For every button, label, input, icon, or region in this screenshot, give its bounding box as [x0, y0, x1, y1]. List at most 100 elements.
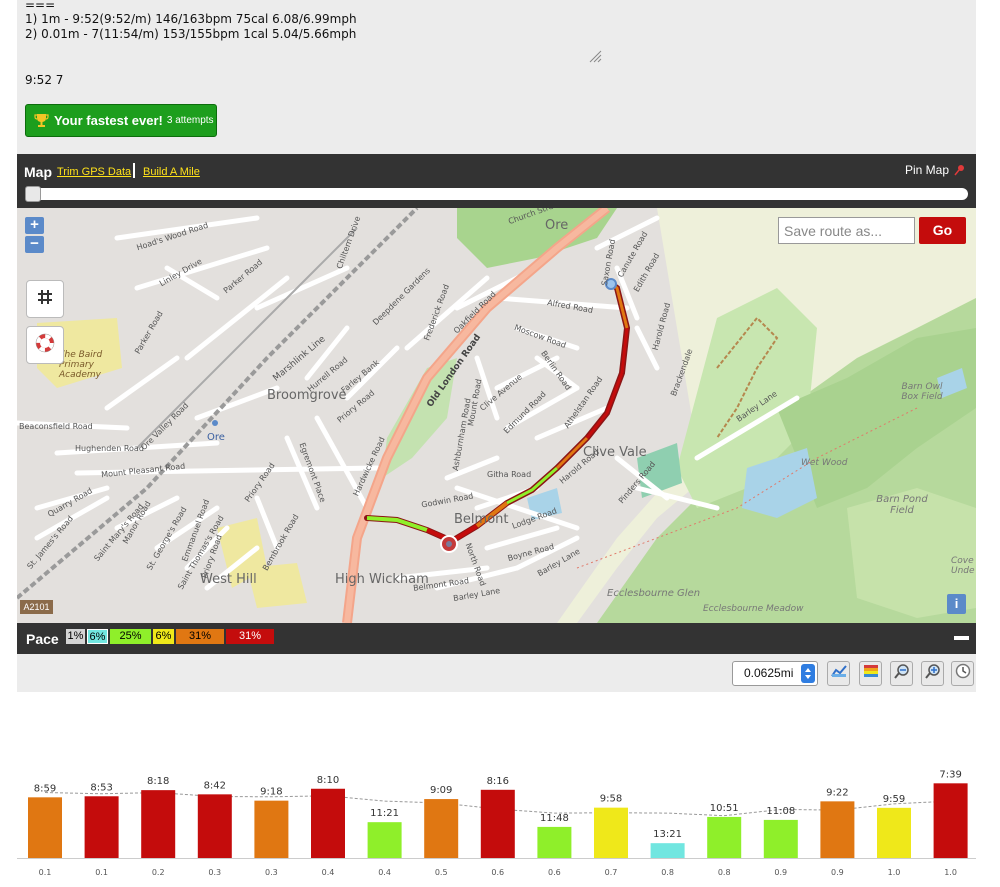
x-tick-label: 0.9	[774, 868, 787, 877]
chart-bar[interactable]	[763, 819, 798, 858]
result-line: 9:52 7	[25, 73, 64, 87]
x-tick-label: 0.3	[265, 868, 278, 877]
x-tick-label: 0.6	[548, 868, 561, 877]
road-shield: A2101	[20, 600, 53, 614]
chart-bar[interactable]	[707, 816, 742, 858]
map-tiles	[17, 208, 976, 623]
bar-value-label: 9:22	[826, 787, 848, 798]
save-route-input[interactable]	[778, 217, 915, 244]
resize-grip-icon[interactable]	[588, 49, 602, 63]
zoom-out-icon	[893, 663, 910, 684]
pin-icon	[954, 164, 966, 176]
chart-bar[interactable]	[28, 797, 62, 858]
chart-bar[interactable]	[141, 790, 176, 858]
x-tick-label: 0.4	[378, 868, 391, 877]
route-map[interactable]: Ore Broomgrove Ore Clive Vale Belmont Hi…	[17, 208, 976, 623]
chart-bar[interactable]	[84, 796, 119, 858]
bar-value-label: 8:10	[317, 775, 339, 786]
bar-value-label: 8:59	[34, 783, 56, 794]
pace-header: Pace 1% 6% 25% 6% 31% 31%	[17, 623, 976, 654]
chart-zoom-in-button[interactable]	[921, 661, 944, 686]
lifebuoy-icon	[35, 333, 55, 358]
bar-value-label: 9:59	[883, 794, 905, 805]
chart-bar[interactable]	[424, 799, 459, 858]
x-tick-label: 0.1	[39, 868, 52, 877]
map-label-ecclesbourne-glen: Ecclesbourne Glen	[607, 588, 701, 599]
split-line-2: 2) 0.01m - 7(11:54/m) 153/155bpm 1cal 5.…	[25, 27, 357, 41]
x-tick-label: 0.5	[435, 868, 448, 877]
chart-bar[interactable]	[650, 843, 685, 858]
bar-value-label: 8:53	[90, 782, 112, 793]
x-tick-label: 0.6	[491, 868, 504, 877]
separator-text: ===	[25, 0, 56, 12]
chart-bar[interactable]	[537, 826, 572, 858]
map-info-button[interactable]: i	[947, 594, 966, 614]
pace-zone-2: 6%	[87, 629, 108, 644]
fastest-ever-badge: Your fastest ever! 3 attempts	[25, 104, 217, 137]
chart-bar[interactable]	[480, 789, 515, 858]
clock-icon	[955, 663, 971, 684]
pin-map-button[interactable]: Pin Map	[905, 163, 966, 177]
split-distance-select[interactable]: 0.0625mi	[732, 661, 818, 686]
select-arrows-icon	[801, 664, 815, 683]
map-label-baird-academy: The Baird Primary Academy	[59, 350, 103, 380]
pace-zone-4: 6%	[153, 629, 174, 644]
collapse-pace-button[interactable]	[954, 636, 969, 640]
bar-value-label: 9:09	[430, 785, 452, 796]
trim-slider-handle[interactable]	[25, 186, 41, 202]
x-tick-label: 0.2	[152, 868, 165, 877]
chart-bar[interactable]	[877, 807, 911, 858]
summary-panel: === 1) 1m - 9:52(9:52/m) 146/163bpm 75ca…	[17, 0, 976, 154]
lifebuoy-tool-button[interactable]	[26, 326, 64, 364]
bar-value-label: 11:21	[370, 808, 399, 819]
chart-bar[interactable]	[311, 788, 345, 858]
map-label-barn-owl: Barn Owl Box Field	[901, 382, 943, 402]
zoom-in-button[interactable]: +	[25, 217, 44, 234]
pin-map-label: Pin Map	[904, 163, 949, 177]
chart-bar[interactable]	[820, 801, 855, 858]
chart-bar[interactable]	[197, 794, 232, 858]
zoom-out-button[interactable]: −	[25, 236, 44, 253]
map-label-ore-station: Ore	[207, 432, 225, 443]
x-tick-label: 0.8	[718, 868, 731, 877]
chart-bar[interactable]	[254, 800, 289, 858]
chart-bar[interactable]	[933, 783, 968, 858]
go-button[interactable]: Go	[919, 217, 966, 244]
street-label: Githa Road	[487, 470, 532, 479]
bar-value-label: 7:39	[939, 769, 961, 780]
bar-value-label: 11:48	[540, 813, 569, 824]
map-label-ore: Ore	[545, 218, 569, 233]
badge-attempts: 3 attempts	[166, 115, 214, 126]
build-a-mile-link[interactable]: Build A Mile	[143, 166, 200, 178]
chart-zoom-out-button[interactable]	[890, 661, 913, 686]
chart-icon	[830, 664, 847, 683]
chart-bar[interactable]	[367, 822, 402, 858]
bar-value-label: 9:58	[600, 794, 622, 805]
chart-bar[interactable]	[594, 807, 628, 858]
pace-title: Pace	[26, 631, 59, 647]
badge-text: Your fastest ever!	[54, 113, 163, 128]
time-axis-button[interactable]	[951, 661, 974, 686]
map-label-wet-wood: Wet Wood	[801, 458, 848, 468]
pace-chart-svg: 8:59 0.1 8:53 0.1 8:18 0.2 8:42 0.3 9:18 0.3 8:10 0…	[17, 769, 976, 877]
trim-gps-link[interactable]: Trim GPS Data	[57, 166, 131, 178]
map-label-belmont: Belmont	[454, 512, 509, 527]
chart-type-button[interactable]	[827, 661, 850, 686]
bar-value-label: 10:51	[710, 803, 739, 814]
map-label-ecclesbourne-meadow: Ecclesbourne Meadow	[703, 604, 804, 614]
chart-toolbar: 0.0625mi	[17, 654, 976, 692]
grid-tool-button[interactable]	[26, 280, 64, 318]
street-label: Hughenden Road	[75, 444, 144, 453]
trim-slider[interactable]	[25, 186, 968, 202]
map-header: Map Trim GPS Data Build A Mile Pin Map	[17, 154, 976, 208]
pace-zone-6: 31%	[226, 629, 274, 644]
street-label: Beaconsfield Road	[19, 422, 93, 431]
color-scale-button[interactable]	[859, 661, 882, 686]
bar-value-label: 8:16	[487, 776, 509, 787]
pace-zone-3: 25%	[110, 629, 151, 644]
pace-zone-1: 1%	[66, 629, 85, 644]
pace-zone-5: 31%	[176, 629, 224, 644]
trophy-icon	[34, 113, 49, 128]
pace-bar-chart[interactable]: 8:59 0.1 8:53 0.1 8:18 0.2 8:42 0.3 9:18 0.3 8:10 0…	[17, 692, 976, 882]
x-tick-label: 0.1	[95, 868, 108, 877]
